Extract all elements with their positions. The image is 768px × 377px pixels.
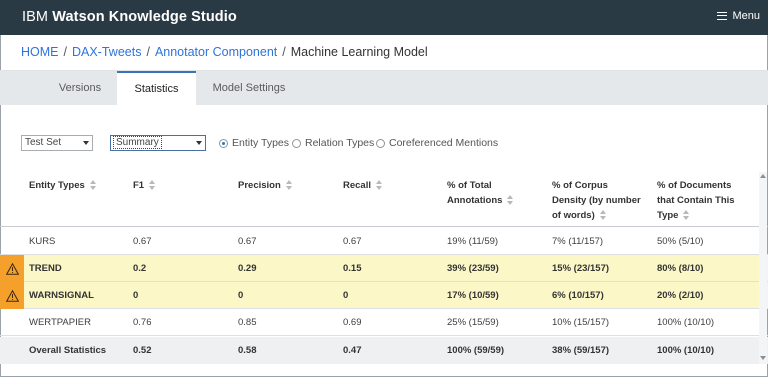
column-header-precision[interactable]: Precision xyxy=(238,178,293,193)
menu-button[interactable]: Menu xyxy=(717,10,760,22)
cell-f1: 0.2 xyxy=(133,263,147,274)
breadcrumb-separator: / xyxy=(282,45,286,59)
caret-down-icon xyxy=(196,141,202,145)
cell-precision: 0.29 xyxy=(238,263,257,274)
radio-label: Relation Types xyxy=(305,137,375,149)
cell-f1: 0.52 xyxy=(133,345,152,356)
column-header-recall[interactable]: Recall xyxy=(343,178,383,193)
cell-overall-label: Overall Statistics xyxy=(29,345,107,356)
breadcrumb-annotator-component[interactable]: Annotator Component xyxy=(155,45,277,59)
cell-corpus-density: 7% (11/157) xyxy=(552,236,604,247)
warning-triangle-icon xyxy=(0,282,24,309)
cell-documents-containing: 100% (10/10) xyxy=(657,345,715,356)
table-scrollbar[interactable] xyxy=(759,172,767,364)
view-select-value: Summary xyxy=(113,136,162,149)
breadcrumb-project[interactable]: DAX-Tweets xyxy=(72,45,141,59)
scroll-down-arrow-icon[interactable] xyxy=(760,356,766,360)
cell-total-annotations: 39% (23/59) xyxy=(447,263,499,274)
product-title[interactable]: IBM Watson Knowledge Studio xyxy=(22,9,237,25)
tab-model-settings[interactable]: Model Settings xyxy=(200,71,298,106)
radio-entity-types[interactable]: Entity Types xyxy=(219,137,289,149)
warning-triangle-icon xyxy=(0,255,24,282)
sort-arrows-icon xyxy=(683,210,690,221)
table-row: KURS 0.67 0.67 0.67 19% (11/59) 7% (11/1… xyxy=(0,228,768,255)
sort-arrows-icon xyxy=(376,180,383,191)
column-header-corpus-density[interactable]: % of Corpus Density (by number of words) xyxy=(552,178,641,223)
tab-bar: Versions Statistics Model Settings xyxy=(0,70,768,106)
sort-arrows-icon xyxy=(599,210,607,221)
table-row: TREND 0.2 0.29 0.15 39% (23/59) 15% (23/… xyxy=(0,255,768,282)
tab-versions[interactable]: Versions xyxy=(36,71,124,106)
breadcrumb-separator: / xyxy=(63,45,67,59)
radio-unselected-icon xyxy=(376,138,385,148)
breadcrumb-current: Machine Learning Model xyxy=(290,45,428,59)
cell-entity-type: KURS xyxy=(29,236,56,247)
cell-precision: 0.58 xyxy=(238,345,257,356)
cell-precision: 0.67 xyxy=(238,236,257,247)
brand-name: Watson Knowledge Studio xyxy=(52,9,237,25)
cell-corpus-density: 38% (59/157) xyxy=(552,345,610,356)
statistics-filters: Test Set Summary Entity Types Relation T… xyxy=(0,135,768,153)
cell-documents-containing: 20% (2/10) xyxy=(657,290,704,301)
column-header-documents-containing-type[interactable]: % of Documents that Contain This Type xyxy=(657,178,735,223)
breadcrumb-home[interactable]: HOME xyxy=(21,45,59,59)
scroll-up-arrow-icon[interactable] xyxy=(760,174,766,178)
table-header: Entity Types F1 Precision Recall % of To… xyxy=(0,172,768,227)
cell-recall: 0.15 xyxy=(343,263,362,274)
brand-prefix: IBM xyxy=(22,9,49,25)
sort-arrows-icon xyxy=(507,195,514,206)
tab-statistics[interactable]: Statistics xyxy=(117,71,196,106)
set-select-value: Test Set xyxy=(25,137,62,148)
radio-label: Coreferenced Mentions xyxy=(389,137,499,149)
cell-recall: 0.69 xyxy=(343,317,362,328)
radio-relation-types[interactable]: Relation Types xyxy=(292,137,374,149)
cell-f1: 0.67 xyxy=(133,236,152,247)
cell-precision: 0 xyxy=(238,290,244,301)
sort-arrows-icon xyxy=(149,180,156,191)
cell-entity-type: TREND xyxy=(29,263,62,274)
overall-statistics-row: Overall Statistics 0.52 0.58 0.47 100% (… xyxy=(0,337,768,364)
cell-documents-containing: 100% (10/10) xyxy=(657,317,715,328)
cell-corpus-density: 10% (15/157) xyxy=(552,317,610,328)
cell-f1: 0.76 xyxy=(133,317,152,328)
column-header-f1[interactable]: F1 xyxy=(133,178,156,193)
cell-recall: 0.67 xyxy=(343,236,362,247)
breadcrumb-separator: / xyxy=(146,45,150,59)
column-header-entity-types[interactable]: Entity Types xyxy=(29,178,97,193)
radio-unselected-icon xyxy=(292,138,301,148)
radio-selected-icon xyxy=(219,138,228,148)
cell-documents-containing: 80% (8/10) xyxy=(657,263,704,274)
table-row: WARNSIGNAL 0 0 0 17% (10/59) 6% (10/157)… xyxy=(0,282,768,309)
caret-down-icon xyxy=(83,141,89,145)
view-select[interactable]: Summary xyxy=(110,135,206,151)
sort-arrows-icon xyxy=(285,180,293,191)
cell-total-annotations: 17% (10/59) xyxy=(447,290,499,301)
radio-coreferenced-mentions[interactable]: Coreferenced Mentions xyxy=(376,137,498,149)
table-row: WERTPAPIER 0.76 0.85 0.69 25% (15/59) 10… xyxy=(0,309,768,336)
top-navigation-bar: IBM Watson Knowledge Studio Menu xyxy=(0,0,768,35)
cell-entity-type: WERTPAPIER xyxy=(29,317,91,328)
radio-label: Entity Types xyxy=(232,137,290,149)
cell-entity-type: WARNSIGNAL xyxy=(29,290,94,301)
cell-total-annotations: 100% (59/59) xyxy=(447,345,505,356)
cell-documents-containing: 50% (5/10) xyxy=(657,236,704,247)
set-select[interactable]: Test Set xyxy=(21,135,93,151)
cell-precision: 0.85 xyxy=(238,317,257,328)
cell-recall: 0 xyxy=(343,290,349,301)
breadcrumb: HOME / DAX-Tweets / Annotator Component / Mach… xyxy=(21,45,428,59)
hamburger-icon xyxy=(717,12,728,20)
cell-f1: 0 xyxy=(133,290,139,301)
cell-total-annotations: 25% (15/59) xyxy=(447,317,499,328)
cell-corpus-density: 15% (23/157) xyxy=(552,263,610,274)
sort-arrows-icon xyxy=(89,180,97,191)
cell-total-annotations: 19% (11/59) xyxy=(447,236,499,247)
column-header-total-annotations[interactable]: % of Total Annotations xyxy=(447,178,514,208)
menu-label: Menu xyxy=(732,10,760,22)
cell-corpus-density: 6% (10/157) xyxy=(552,290,604,301)
cell-recall: 0.47 xyxy=(343,345,362,356)
